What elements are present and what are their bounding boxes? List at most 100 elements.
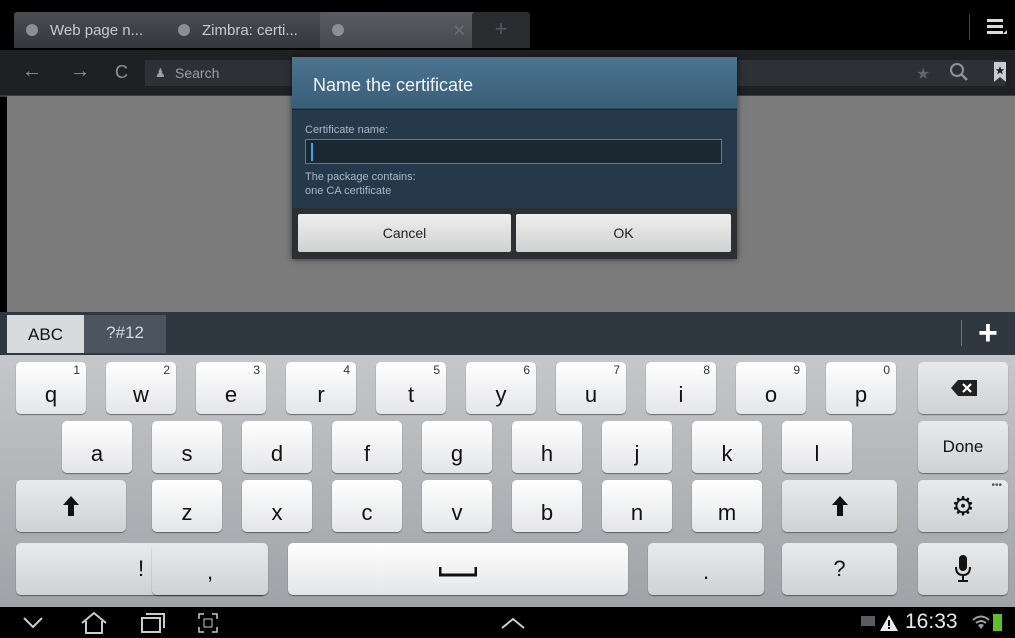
key-label: t	[407, 382, 415, 407]
comma-key[interactable]: ,	[152, 543, 268, 595]
key-label: v	[451, 500, 463, 525]
backspace-icon	[951, 380, 977, 396]
key-label: f	[363, 441, 371, 466]
key-label: ,	[206, 559, 214, 584]
key-label: g	[450, 441, 464, 466]
globe-icon	[178, 24, 190, 36]
key-label: .	[702, 559, 710, 584]
key-k[interactable]: k	[692, 421, 762, 473]
space-key[interactable]	[288, 543, 628, 595]
key-number-hint: 4	[343, 363, 350, 377]
search-placeholder: Search	[175, 65, 220, 81]
clock: 16:33	[905, 610, 958, 633]
key-d[interactable]: d	[242, 421, 312, 473]
key-number-hint: 2	[163, 363, 170, 377]
key-y[interactable]: 6y	[466, 362, 536, 414]
new-tab-button[interactable]: +	[472, 12, 530, 48]
key-p[interactable]: 0p	[826, 362, 896, 414]
key-label: r	[317, 382, 325, 407]
dialog-title: Name the certificate	[292, 57, 737, 109]
home-icon[interactable]	[80, 611, 108, 635]
key-g[interactable]: g	[422, 421, 492, 473]
key-label: q	[44, 382, 58, 407]
dialog-body: Certificate name: The package contains: …	[292, 110, 737, 208]
back-icon[interactable]: ←	[22, 60, 42, 83]
close-tab-icon[interactable]: ✕	[453, 21, 466, 41]
ok-button[interactable]: OK	[516, 214, 731, 252]
voice-input-button[interactable]	[918, 543, 1008, 595]
done-button[interactable]: Done	[918, 421, 1008, 473]
battery-icon	[993, 614, 1002, 631]
done-label: Done	[942, 437, 984, 456]
tab-zimbra[interactable]: Zimbra: certi...	[166, 12, 326, 48]
certificate-dialog: Name the certificate Certificate name: T…	[292, 57, 737, 259]
question-key[interactable]: ?	[782, 543, 897, 595]
star-icon[interactable]: ★	[916, 64, 930, 84]
bookmarks-icon[interactable]	[992, 61, 1008, 83]
expand-plus-icon[interactable]: +	[978, 316, 998, 350]
shift-right-button[interactable]	[782, 480, 897, 532]
key-e[interactable]: 3e	[196, 362, 266, 414]
key-m[interactable]: m	[692, 480, 762, 532]
shift-arrow-icon	[63, 496, 79, 516]
key-number-hint: 1	[73, 363, 80, 377]
key-u[interactable]: 7u	[556, 362, 626, 414]
tab-bar: Web page n... Zimbra: certi... ✕ +	[0, 0, 1015, 50]
tab-current[interactable]: ✕	[320, 12, 480, 48]
divider	[969, 14, 970, 40]
key-number-hint: 7	[613, 363, 620, 377]
key-label: z	[181, 500, 193, 525]
key-a[interactable]: a	[62, 421, 132, 473]
up-chevron-icon[interactable]	[500, 616, 526, 630]
package-info-line1: The package contains:	[305, 171, 416, 183]
key-label: u	[584, 382, 598, 407]
key-x[interactable]: x	[242, 480, 312, 532]
shift-arrow-icon	[832, 496, 848, 516]
key-o[interactable]: 9o	[736, 362, 806, 414]
gear-icon: ⚙	[951, 491, 975, 521]
certificate-name-input[interactable]	[305, 139, 722, 164]
tab-label: Web page n...	[50, 21, 144, 39]
recent-apps-icon[interactable]	[140, 612, 166, 634]
reload-icon[interactable]: C	[115, 62, 128, 83]
key-f[interactable]: f	[332, 421, 402, 473]
key-z[interactable]: z	[152, 480, 222, 532]
mode-abc-button[interactable]: ABC	[7, 315, 84, 353]
key-s[interactable]: s	[152, 421, 222, 473]
divider	[961, 320, 962, 346]
key-n[interactable]: n	[602, 480, 672, 532]
key-number-hint: 6	[523, 363, 530, 377]
backspace-button[interactable]	[918, 362, 1008, 414]
key-r[interactable]: 4r	[286, 362, 356, 414]
key-w[interactable]: 2w	[106, 362, 176, 414]
key-number-hint: 3	[253, 363, 260, 377]
key-v[interactable]: v	[422, 480, 492, 532]
key-q[interactable]: 1q	[16, 362, 86, 414]
mode-symbols-button[interactable]: ?#12	[84, 315, 166, 353]
key-number-hint: 5	[433, 363, 440, 377]
search-icon[interactable]	[949, 62, 969, 82]
period-key[interactable]: .	[648, 543, 764, 595]
tab-web-page[interactable]: Web page n...	[14, 12, 174, 48]
key-label: x	[271, 500, 283, 525]
key-b[interactable]: b	[512, 480, 582, 532]
key-i[interactable]: 8i	[646, 362, 716, 414]
key-label: o	[764, 382, 778, 407]
shift-left-button[interactable]	[16, 480, 126, 532]
dialog-buttons: Cancel OK	[292, 208, 737, 259]
settings-button[interactable]: ••• ⚙	[918, 480, 1008, 532]
screenshot-icon[interactable]	[198, 613, 218, 633]
menu-icon[interactable]	[985, 16, 1007, 38]
key-l[interactable]: l	[782, 421, 852, 473]
key-h[interactable]: h	[512, 421, 582, 473]
microphone-icon	[955, 555, 971, 582]
hide-keyboard-icon[interactable]	[22, 616, 44, 630]
key-label: m	[717, 500, 737, 525]
key-label: s	[181, 441, 193, 466]
key-c[interactable]: c	[332, 480, 402, 532]
key-t[interactable]: 5t	[376, 362, 446, 414]
keyboard: Done ••• ⚙ ! , . ? 1q 2 w 3 e 4 r 5 t 6 …	[0, 355, 1015, 607]
key-j[interactable]: j	[602, 421, 672, 473]
forward-icon[interactable]: →	[70, 60, 90, 83]
cancel-button[interactable]: Cancel	[298, 214, 511, 252]
